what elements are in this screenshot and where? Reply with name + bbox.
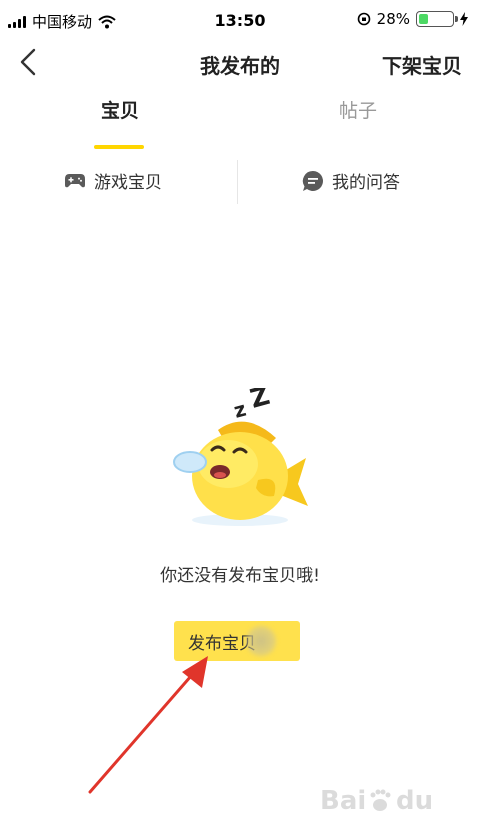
- tab-bar: 宝贝 帖子: [0, 96, 480, 152]
- tab-posts[interactable]: 帖子: [238, 96, 478, 123]
- svg-text:Bai: Bai: [320, 786, 366, 816]
- delist-button[interactable]: 下架宝贝: [382, 50, 462, 79]
- active-tab-indicator: [94, 145, 144, 149]
- status-bar: 中国移动 13:50 28%: [0, 0, 480, 40]
- svg-text:du: du: [396, 786, 433, 816]
- tab-items[interactable]: 宝贝: [0, 96, 240, 123]
- subtab-label: 我的问答: [332, 173, 400, 193]
- battery-level: [419, 14, 428, 24]
- svg-text:z: z: [231, 397, 248, 423]
- subtab-divider: [237, 160, 238, 204]
- charging-icon: [460, 12, 468, 26]
- battery-percent: 28%: [376, 10, 410, 28]
- battery-icon: [416, 11, 458, 27]
- svg-text:Z: Z: [247, 388, 273, 415]
- subtab-label: 游戏宝贝: [94, 173, 162, 193]
- subtab-game-items[interactable]: 游戏宝贝: [64, 168, 162, 193]
- subtab-my-qa[interactable]: 我的问答: [302, 168, 400, 193]
- blurred-overlay: [246, 626, 276, 656]
- red-arrow-annotation: [88, 656, 208, 794]
- gamepad-icon: [65, 173, 85, 187]
- chat-bubble-icon: [302, 170, 323, 191]
- nav-bar: 我发布的 下架宝贝: [0, 40, 480, 84]
- status-right: 28%: [357, 10, 468, 28]
- empty-state-message: 你还没有发布宝贝哦!: [160, 566, 320, 586]
- sleeping-fish-illustration: z Z: [173, 388, 308, 526]
- rotation-lock-icon: [357, 12, 370, 26]
- subtab-bar: 游戏宝贝 我的问答: [0, 160, 480, 204]
- baidu-watermark-logo: Bai du: [320, 786, 433, 816]
